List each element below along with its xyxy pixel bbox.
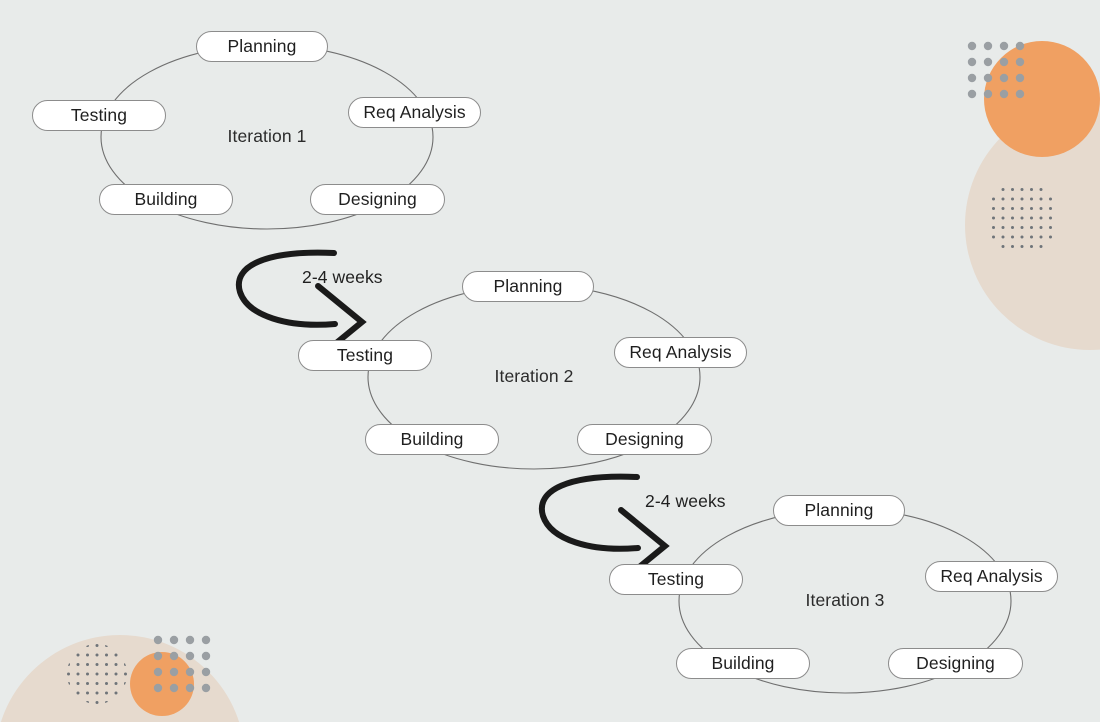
phase-node-planning[interactable]: Planning (196, 31, 328, 62)
transition-duration-label-transition-1: 2-4 weeks (302, 267, 383, 287)
phase-node-designing[interactable]: Designing (888, 648, 1023, 679)
iteration-center-label-iteration-1: Iteration 1 (227, 126, 307, 146)
phase-node-testing[interactable]: Testing (32, 100, 166, 131)
phase-node-building[interactable]: Building (365, 424, 499, 455)
phase-node-testing[interactable]: Testing (298, 340, 432, 371)
phase-node-designing[interactable]: Designing (310, 184, 445, 215)
transition-arrows (235, 249, 670, 585)
iteration-center-label-iteration-3: Iteration 3 (805, 590, 885, 610)
phase-node-req-analysis[interactable]: Req Analysis (614, 337, 747, 368)
phase-node-req-analysis[interactable]: Req Analysis (925, 561, 1058, 592)
phase-node-testing[interactable]: Testing (609, 564, 743, 595)
iteration-center-label-iteration-2: Iteration 2 (494, 366, 574, 386)
phase-node-building[interactable]: Building (99, 184, 233, 215)
phase-node-designing[interactable]: Designing (577, 424, 712, 455)
phase-node-planning[interactable]: Planning (773, 495, 905, 526)
phase-node-req-analysis[interactable]: Req Analysis (348, 97, 481, 128)
diagram-canvas: Planning Req Analysis Designing Building Tes… (0, 0, 1100, 722)
transition-duration-label-transition-2: 2-4 weeks (645, 491, 726, 511)
phase-node-planning[interactable]: Planning (462, 271, 594, 302)
cycle-ellipses-and-arrows (100, 44, 1012, 694)
phase-node-building[interactable]: Building (676, 648, 810, 679)
